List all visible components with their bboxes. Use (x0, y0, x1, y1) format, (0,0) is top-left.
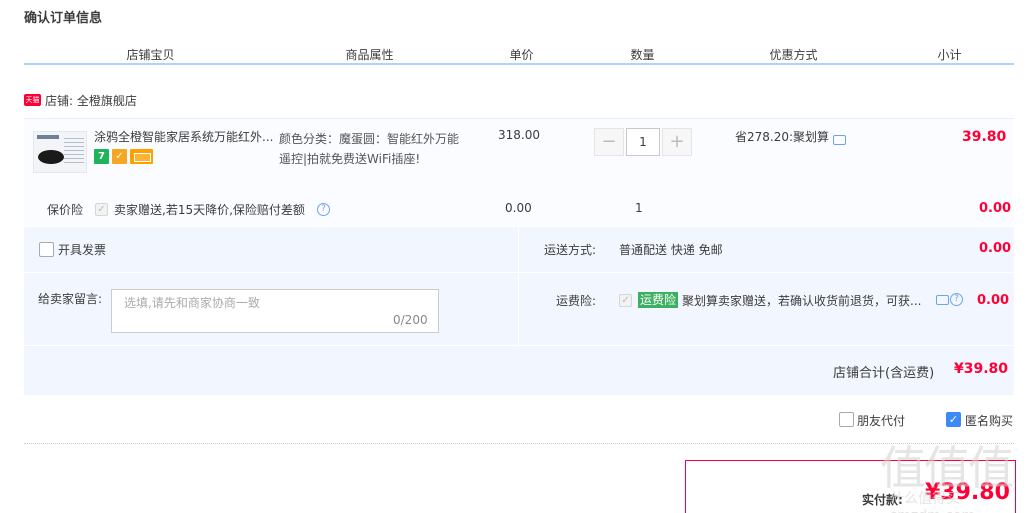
options-divider (24, 345, 1014, 346)
item-subtotal: 39.80 (962, 129, 1007, 145)
shop-total-value: ¥39.80 (954, 361, 1009, 377)
friend-pay-checkbox[interactable] (839, 412, 854, 427)
insurance-unit-price: 0.00 (505, 201, 532, 215)
page-title: 确认订单信息 (24, 11, 103, 26)
freight-insurance-icons: ? (936, 293, 963, 306)
header-subtotal: 小计 (937, 48, 962, 62)
discount-method: 省278.20:聚划算 (735, 128, 847, 145)
friend-pay-label[interactable]: 朋友代付 (857, 412, 905, 429)
insurance-quantity: 1 (635, 201, 643, 215)
discount-text: 省278.20:聚划算 (735, 130, 830, 144)
shipping-method-value: 普通配送 快递 免邮 (619, 243, 723, 257)
options-divider (518, 227, 519, 345)
shop-name[interactable]: 店铺: 全橙旗舰店 (45, 92, 137, 109)
chat-icon[interactable] (936, 294, 949, 305)
quantity-stepper: − 1 + (594, 128, 692, 156)
insurance-subtotal: 0.00 (979, 201, 1012, 216)
quantity-input[interactable]: 1 (626, 128, 660, 156)
shipping-method-label: 运送方式: (544, 243, 597, 257)
header-shop-item: 店铺宝贝 (126, 48, 175, 62)
insurance-label: 保价险 (47, 203, 84, 217)
shop-total-label: 店铺合计(含运费) (833, 366, 935, 381)
freight-insurance-checkbox[interactable]: ✓ (619, 294, 632, 307)
help-icon[interactable]: ? (317, 203, 330, 216)
anonymous-purchase-label[interactable]: 匿名购买 (965, 412, 1013, 429)
seller-message-placeholder: 选填,请先和商家协商一致 (124, 296, 260, 310)
product-thumbnail[interactable] (33, 131, 87, 173)
freight-insurance-label: 运费险: (556, 294, 597, 308)
freight-insurance-description: 聚划算卖家赠送，若确认收货前退货，可获... (682, 294, 922, 308)
insurance-checkbox[interactable]: ✓ (95, 203, 108, 216)
anonymous-purchase-checkbox[interactable]: ✓ (946, 412, 961, 427)
header-attribute: 商品属性 (345, 48, 394, 62)
seller-message-label: 给卖家留言: (38, 292, 103, 306)
header-discount: 优惠方式 (769, 48, 818, 62)
tmall-icon: 天猫 (24, 94, 41, 106)
service-badges: 7 ✓ (94, 149, 153, 164)
options-divider (24, 272, 1014, 273)
shop-row: 天猫 店铺: 全橙旗舰店 (24, 91, 137, 109)
invoice-label[interactable]: 开具发票 (58, 241, 106, 258)
unit-price: 318.00 (498, 128, 540, 142)
shipping-cost: 0.00 (979, 241, 1012, 256)
help-icon[interactable]: ? (950, 293, 963, 306)
product-attribute: 颜色分类：魔蛋圆：智能红外万能遥控|拍就免费送WiFi插座! (279, 132, 460, 166)
product-title-link[interactable]: 涂鸦全橙智能家居系统万能红外... (94, 129, 274, 145)
freight-insurance-cost: 0.00 (977, 293, 1010, 308)
increase-quantity-button[interactable]: + (662, 128, 692, 156)
freight-insurance-tag: 运费险 (638, 292, 679, 308)
section-divider (24, 443, 1014, 444)
chat-icon[interactable] (833, 134, 847, 145)
credit-card-icon[interactable] (130, 149, 153, 164)
shield-icon[interactable]: ✓ (112, 149, 127, 164)
header-quantity: 数量 (630, 48, 655, 62)
watermark-text: 什么值得买 smzdm.com (890, 491, 975, 513)
insurance-description: 卖家赠送,若15天降价,保险赔付差额 (114, 203, 305, 217)
header-unit-price: 单价 (509, 48, 534, 62)
seven-day-return-icon[interactable]: 7 (94, 149, 109, 164)
seller-message-counter: 0/200 (393, 313, 428, 327)
decrease-quantity-button[interactable]: − (594, 128, 624, 156)
header-underline (24, 63, 1014, 65)
invoice-checkbox[interactable] (39, 242, 54, 257)
